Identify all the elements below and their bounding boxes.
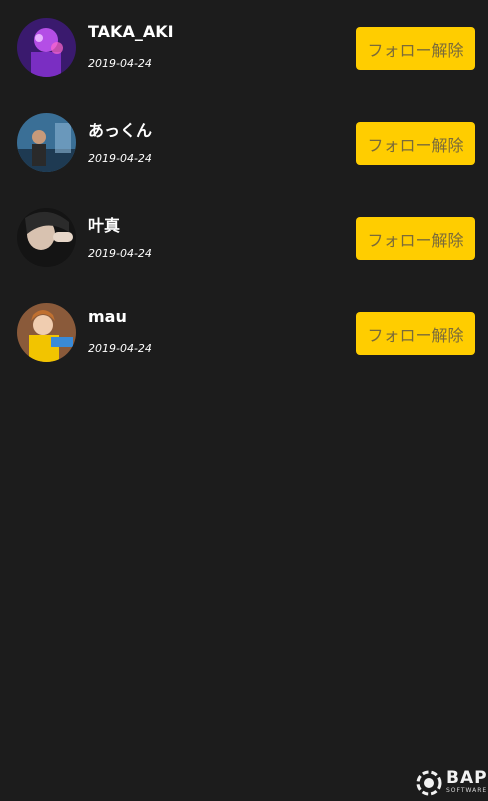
user-name: 叶真: [88, 216, 121, 235]
user-name: mau: [88, 307, 127, 326]
user-name: あっくん: [88, 121, 153, 140]
avatar-image: [17, 18, 76, 77]
avatar[interactable]: [17, 208, 76, 267]
list-item: 叶真 2019-04-24 フォロー解除: [0, 190, 488, 285]
brand-name: BAP: [446, 768, 488, 788]
list-item: TAKA_AKI 2019-04-24 フォロー解除: [0, 0, 488, 95]
user-name: TAKA_AKI: [88, 22, 174, 41]
avatar-image: [17, 303, 76, 362]
unfollow-button[interactable]: フォロー解除: [356, 312, 475, 355]
brand-subtitle: SOFTWARE: [446, 787, 488, 794]
avatar-image: [17, 113, 76, 172]
follow-date: 2019-04-24: [88, 57, 152, 70]
unfollow-button[interactable]: フォロー解除: [356, 27, 475, 70]
list-item: あっくん 2019-04-24 フォロー解除: [0, 95, 488, 190]
follow-date: 2019-04-24: [88, 247, 152, 260]
avatar[interactable]: [17, 303, 76, 362]
unfollow-button[interactable]: フォロー解除: [356, 122, 475, 165]
follow-date: 2019-04-24: [88, 152, 152, 165]
list-item: mau 2019-04-24 フォロー解除: [0, 285, 488, 380]
follow-date: 2019-04-24: [88, 342, 152, 355]
avatar[interactable]: [17, 18, 76, 77]
brand-watermark: BAP SOFTWARE: [416, 768, 488, 798]
bap-logo-icon: [416, 770, 442, 796]
avatar-image: [17, 208, 76, 267]
avatar[interactable]: [17, 113, 76, 172]
follow-list: TAKA_AKI 2019-04-24 フォロー解除 あっくん 2019-04-…: [0, 0, 488, 380]
unfollow-button[interactable]: フォロー解除: [356, 217, 475, 260]
